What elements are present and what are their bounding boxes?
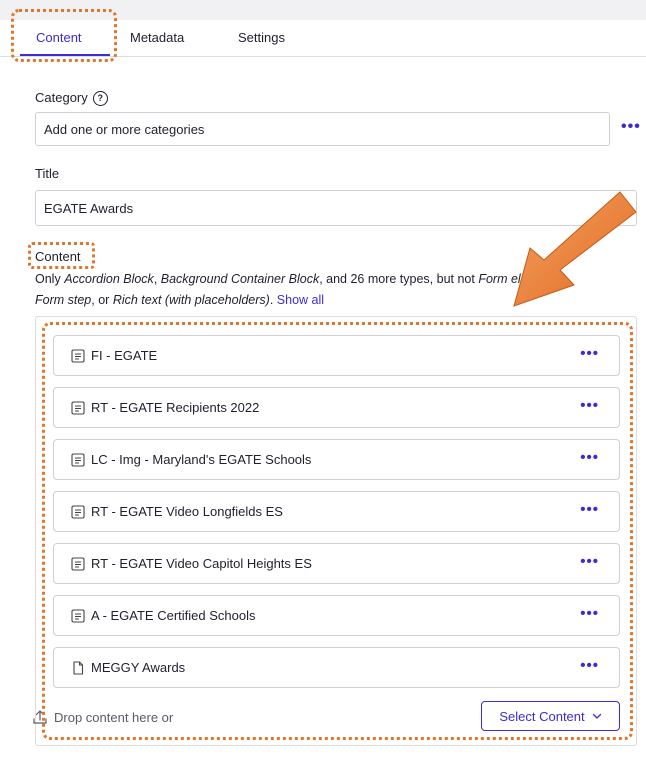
annotation-arrow-icon [513, 191, 637, 307]
